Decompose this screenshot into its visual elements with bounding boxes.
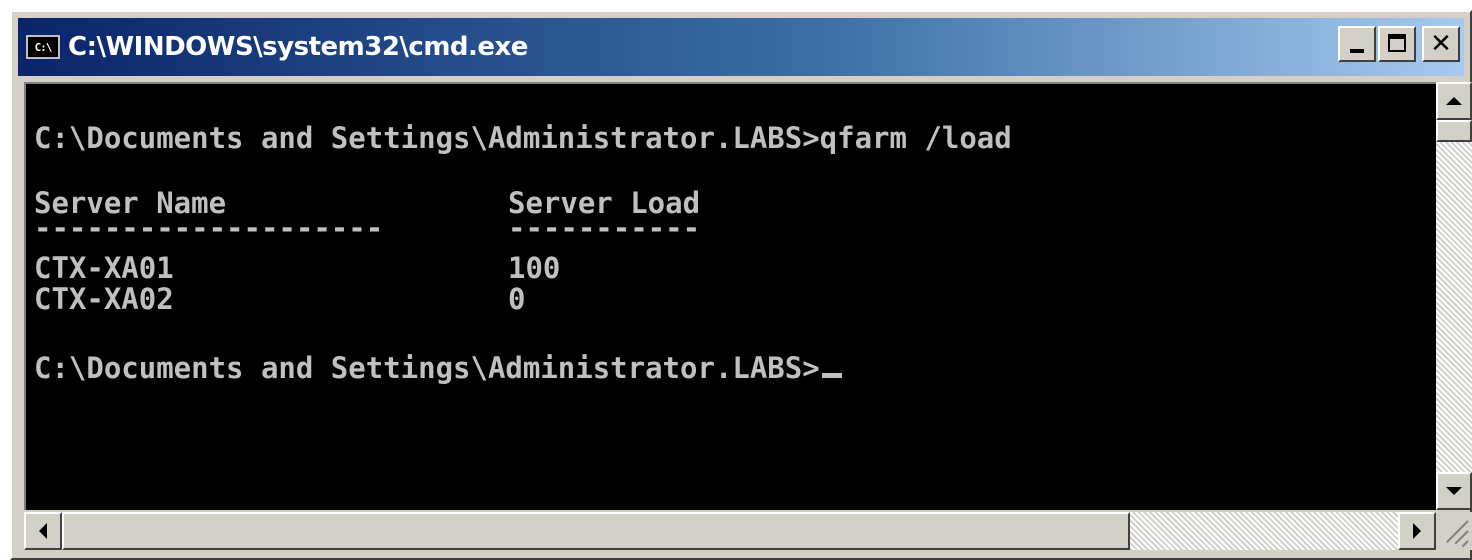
window-title: C:\WINDOWS\system32\cmd.exe	[68, 32, 528, 62]
table-row-load: 0	[508, 282, 526, 316]
cmd-window: C:\ C:\WINDOWS\system32\cmd.exe ✕ C:\Doc…	[10, 10, 1472, 560]
table-row-load: 100	[508, 251, 561, 285]
vertical-scroll-thumb[interactable]	[1436, 120, 1472, 142]
console-output[interactable]: C:\Documents and Settings\Administrator.…	[24, 82, 1436, 510]
horizontal-scrollbar[interactable]	[24, 512, 1436, 550]
grip-line	[1461, 540, 1469, 548]
table-row-name: CTX-XA01	[34, 251, 174, 285]
arrow-down-icon	[1446, 487, 1462, 495]
maximize-button[interactable]	[1378, 26, 1416, 62]
scroll-up-button[interactable]	[1436, 82, 1472, 120]
scroll-left-button[interactable]	[24, 512, 62, 550]
arrow-up-icon	[1446, 97, 1462, 105]
prompt-line: C:\Documents and Settings\Administrator.…	[34, 352, 842, 384]
scroll-right-button[interactable]	[1398, 512, 1436, 550]
cmd-icon[interactable]: C:\	[26, 35, 60, 59]
command-line: C:\Documents and Settings\Administrator.…	[34, 121, 1012, 155]
resize-grip-icon[interactable]	[1436, 512, 1472, 550]
minimize-icon	[1350, 49, 1364, 53]
close-button[interactable]: ✕	[1422, 26, 1460, 62]
prompt-text: C:\Documents and Settings\Administrator.…	[34, 351, 820, 385]
title-bar[interactable]: C:\ C:\WINDOWS\system32\cmd.exe ✕	[18, 18, 1464, 76]
separator-server-load: -----------	[508, 211, 701, 245]
scroll-down-button[interactable]	[1436, 472, 1472, 510]
close-icon: ✕	[1430, 29, 1452, 59]
arrow-right-icon	[1413, 523, 1421, 539]
text-cursor	[821, 373, 842, 378]
table-row-name: CTX-XA02	[34, 282, 174, 316]
arrow-left-icon	[39, 523, 47, 539]
minimize-button[interactable]	[1338, 26, 1376, 62]
separator-server-name: --------------------	[34, 211, 384, 245]
vertical-scrollbar[interactable]	[1436, 82, 1472, 510]
maximize-icon	[1388, 34, 1406, 52]
window-controls: ✕	[1336, 26, 1460, 62]
horizontal-scroll-thumb[interactable]	[62, 512, 1130, 550]
